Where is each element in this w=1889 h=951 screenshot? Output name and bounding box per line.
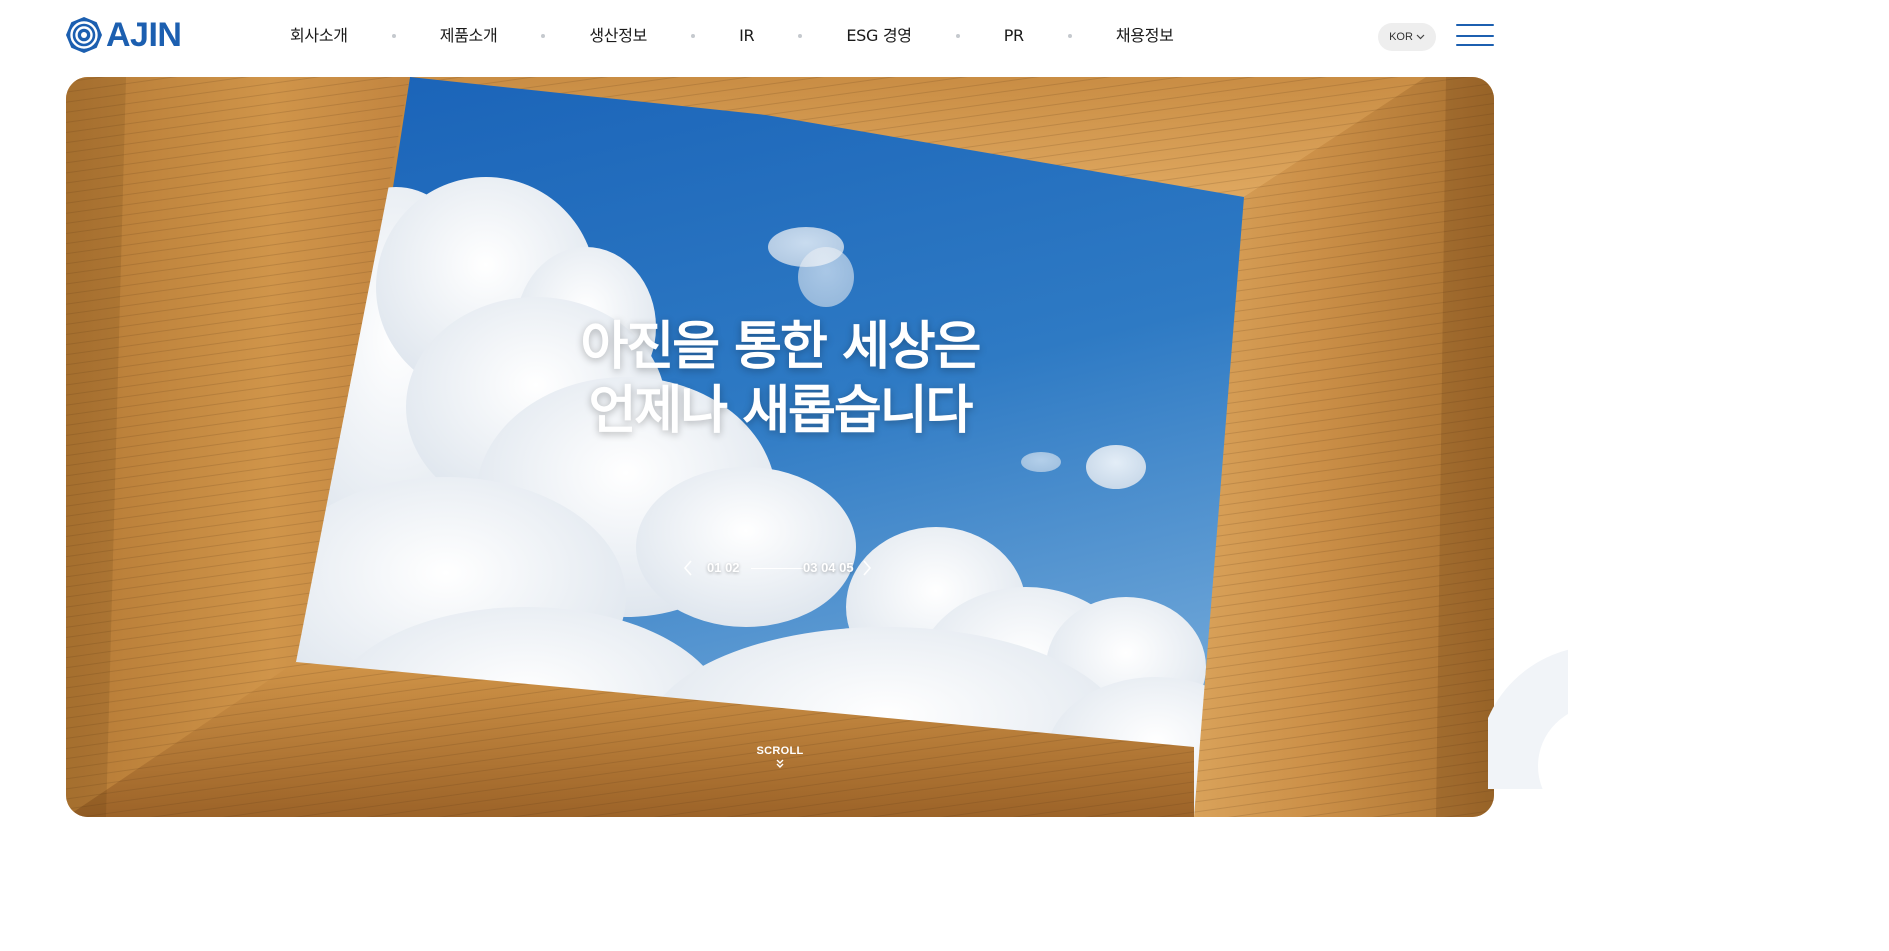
language-label: KOR (1389, 31, 1413, 43)
hero-slider: 아진을 통한 세상은 언제나 새롭습니다 01 02 03 04 05 SCRO… (66, 77, 1494, 817)
nav-separator (798, 34, 803, 38)
main-nav: 회사소개 제품소개 생산정보 IR ESG 경영 PR 채용정보 (290, 22, 1174, 50)
nav-item-products[interactable]: 제품소개 (440, 22, 498, 50)
hero-cardboard-sky-image (66, 77, 1494, 817)
menu-line (1456, 44, 1494, 46)
nav-item-esg[interactable]: ESG 경영 (846, 22, 912, 50)
slide-pager: 01 02 03 04 05 (682, 557, 882, 579)
chevron-left-icon[interactable] (682, 559, 694, 577)
menu-line (1456, 35, 1494, 37)
menu-line (1456, 24, 1494, 26)
logo-text: AJIN (106, 16, 182, 54)
chevron-down-icon (1416, 34, 1425, 40)
hamburger-menu-icon[interactable] (1456, 24, 1494, 48)
nav-item-ir[interactable]: IR (739, 22, 755, 50)
double-chevron-down-icon (776, 759, 784, 768)
ajin-logo[interactable]: AJIN (65, 16, 182, 54)
scroll-indicator[interactable]: SCROLL (740, 745, 820, 769)
nav-separator (541, 34, 546, 38)
decorative-ring-shape (1488, 649, 1568, 789)
site-header: AJIN 회사소개 제품소개 생산정보 IR ESG 경영 PR 채용정보 KO… (0, 0, 1568, 72)
nav-item-recruit[interactable]: 채용정보 (1116, 22, 1174, 50)
pager-numbers-after[interactable]: 03 04 05 (803, 560, 854, 576)
nav-separator (955, 34, 960, 38)
hero-title-line2: 언제나 새롭습니다 (588, 381, 974, 441)
nav-separator (1067, 34, 1072, 38)
nav-separator (391, 34, 396, 38)
nav-item-company[interactable]: 회사소개 (290, 22, 348, 50)
nav-item-pr[interactable]: PR (1004, 22, 1024, 50)
chevron-right-icon[interactable] (861, 559, 873, 577)
nav-separator (691, 34, 696, 38)
ajin-logo-icon (66, 17, 102, 53)
scroll-label: SCROLL (756, 745, 804, 757)
language-selector[interactable]: KOR (1378, 23, 1436, 51)
nav-item-production[interactable]: 생산정보 (589, 22, 647, 50)
pager-progress-line (751, 568, 803, 569)
hero-title-line1: 아진을 통한 세상은 (580, 317, 982, 377)
hero-title: 아진을 통한 세상은 언제나 새롭습니다 (66, 315, 1494, 443)
pager-numbers-before[interactable]: 01 02 (707, 560, 740, 576)
